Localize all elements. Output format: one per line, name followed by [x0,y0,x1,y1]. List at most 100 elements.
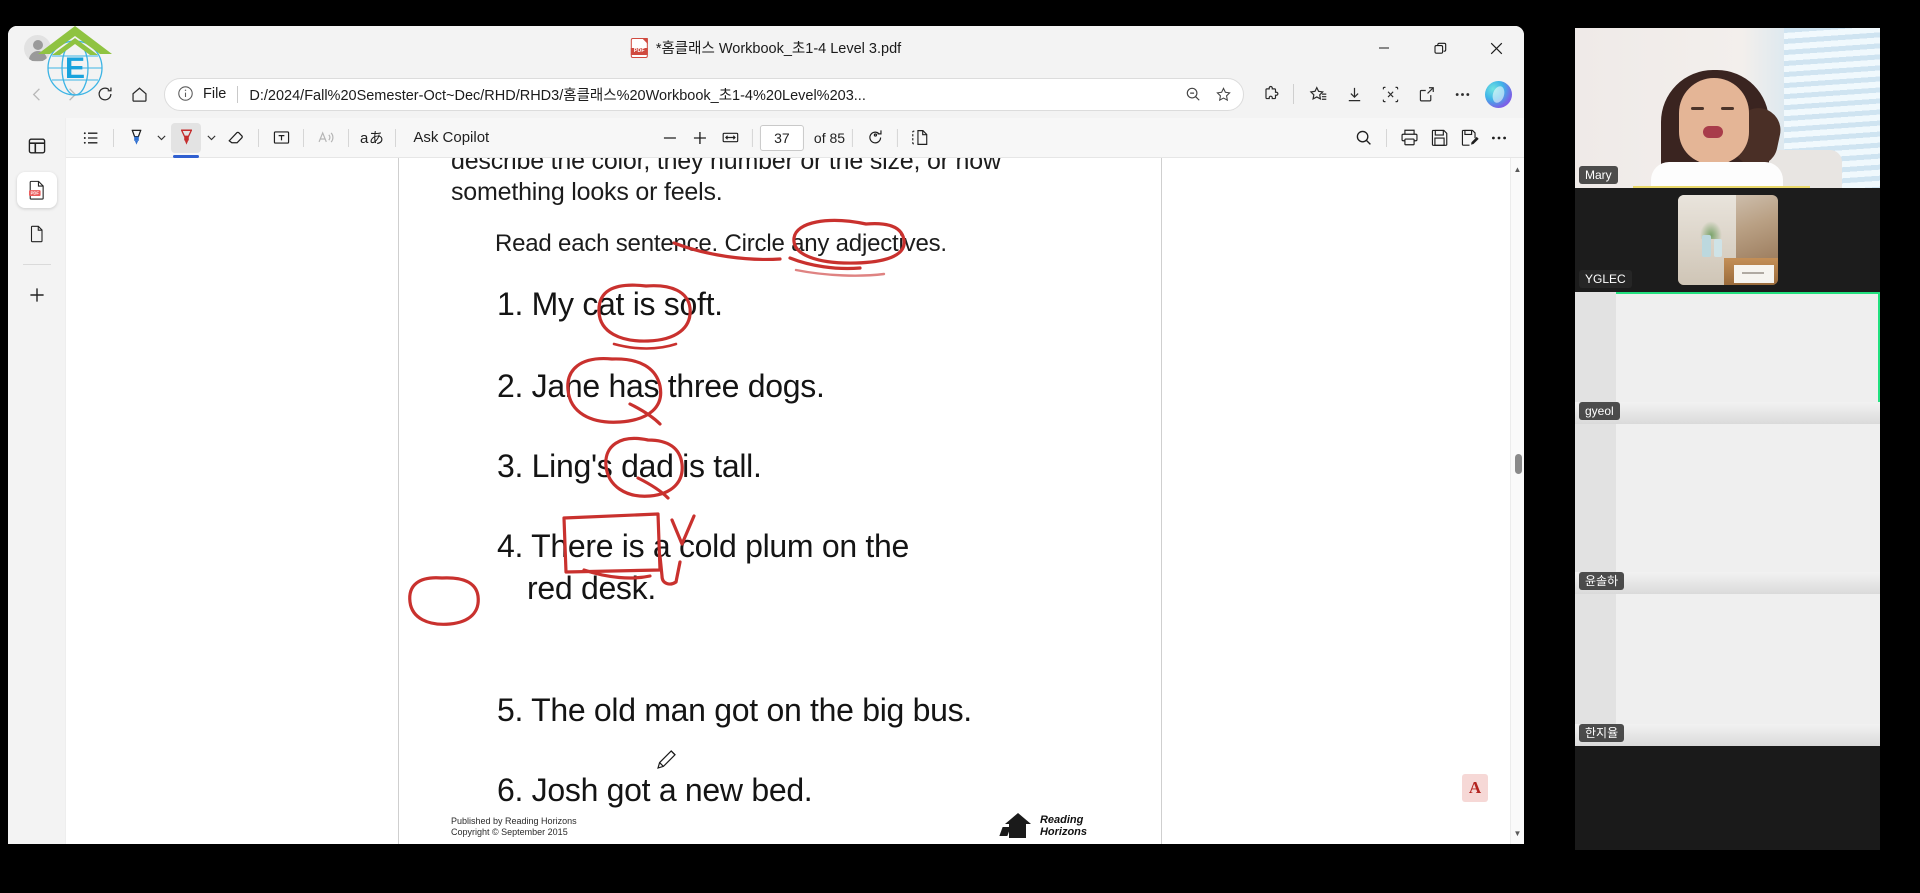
reading-horizons-logo: Reading Horizons [999,812,1087,838]
share-icon[interactable] [1409,77,1443,111]
scroll-up-icon[interactable]: ▲ [1511,162,1524,176]
logo-line-1: Reading [1039,814,1084,826]
split-screen-icon[interactable] [17,128,57,164]
question-3: 3. Ling's dad is tall. [497,448,762,484]
pdf-toolbar-right-group [1349,123,1514,153]
toolbar-divider [751,128,753,147]
favorite-star-icon[interactable] [1209,80,1237,108]
question-4: 4. There is a cold plum on the [497,528,909,564]
toolbar-divider [303,128,304,147]
screen: PDF *홈클래스 Workbook_초1-4 Level 3.pdf File… [0,0,1920,893]
home-icon[interactable] [122,77,156,111]
eraser-icon[interactable] [221,123,251,153]
title-bar: PDF *홈클래스 Workbook_초1-4 Level 3.pdf [8,26,1524,70]
question-4-line-2: red desk. [527,570,656,606]
lead-line-1: describe the color, they number or the s… [451,158,1001,175]
page-total-label: of 85 [813,129,846,146]
question-2: 2. Jane has three dogs. [497,368,825,404]
downloads-icon[interactable] [1337,77,1371,111]
toolbar-divider [897,128,899,147]
pdf-viewer: PDF aあ Ask Copilot 37 of 85 describe the… [8,118,1524,844]
rotate-icon[interactable] [860,123,890,153]
address-bar-row: File D:/2024/Fall%20Semester-Oct~Dec/RHD… [8,70,1524,118]
video-tile-gyeol[interactable]: gyeol [1575,292,1880,424]
save-icon[interactable] [1424,123,1454,153]
pdf-page: describe the color, they number or the s… [398,158,1162,844]
toolbar-divider [395,128,397,147]
print-icon[interactable] [1394,123,1424,153]
blank-page-tab-icon[interactable] [17,216,57,252]
translate-icon[interactable]: aあ [356,123,388,153]
highlighter-icon[interactable] [121,123,151,153]
ask-copilot-button[interactable]: Ask Copilot [403,123,499,153]
toolbar-divider [1293,84,1294,104]
adobe-acrobat-badge-icon[interactable]: A [1462,774,1488,802]
save-as-icon[interactable] [1454,123,1484,153]
url-text: D:/2024/Fall%20Semester-Oct~Dec/RHD/RHD3… [249,87,866,104]
video-tile-yglec[interactable]: YGLEC [1575,188,1880,292]
more-options-icon[interactable] [1445,77,1479,111]
draw-chevron-down-icon[interactable] [201,123,221,153]
close-icon[interactable] [1468,26,1524,70]
document-canvas[interactable]: describe the color, they number or the s… [66,158,1524,844]
video-tile-solha[interactable]: 윤솔하 [1575,424,1880,594]
zoom-out-icon[interactable] [655,123,685,153]
file-scheme-label: File [203,86,227,102]
zoom-out-icon[interactable] [1179,80,1207,108]
page-view-icon[interactable] [905,123,935,153]
question-1: 1. My cat is soft. [497,286,723,322]
video-conference-panel: Mary YGLEC gyeol 윤솔하 한지율 [1575,28,1880,850]
footer-publisher-line: Published by Reading Horizons [451,816,577,826]
video-tile-jiyul[interactable]: 한지율 [1575,594,1880,746]
window-controls [1356,26,1524,70]
footer-copyright-line: Copyright © September 2015 [451,827,568,837]
browser-tab[interactable]: PDF *홈클래스 Workbook_초1-4 Level 3.pdf [630,37,901,58]
participant-name: 한지율 [1579,724,1625,742]
toolbar-divider [258,128,259,147]
document-scrollbar[interactable]: ▲ ▼ [1510,158,1524,844]
page-footer-publisher: Published by Reading Horizons Copyright … [451,816,577,838]
draw-pen-icon[interactable] [171,122,201,158]
instruction-text: Read each sentence. Circle any adjective… [495,230,947,257]
tabstrip-divider [22,264,51,265]
table-of-contents-icon[interactable] [76,123,106,153]
restore-icon[interactable] [1412,26,1468,70]
toolbar-divider [852,128,854,147]
house-logo-icon [999,812,1036,838]
collections-icon[interactable] [1301,77,1335,111]
svg-text:E: E [65,52,85,85]
participant-name: Mary [1579,166,1618,184]
svg-text:PDF: PDF [30,191,39,196]
text-box-icon[interactable] [266,123,296,153]
lead-line-2: something looks or feels. [451,178,723,206]
page-gutter [66,158,398,844]
question-5: 5. The old man got on the big bus. [497,692,972,728]
page-number-input[interactable]: 37 [759,124,804,151]
pen-cursor-icon [657,750,676,769]
minimize-icon[interactable] [1356,26,1412,70]
info-icon [177,85,195,103]
add-tab-icon[interactable] [17,277,57,313]
video-tile-mary[interactable]: Mary [1575,28,1880,188]
sidebar-item-pdf-tab[interactable]: PDF [16,172,57,208]
scroll-down-icon[interactable]: ▼ [1511,826,1524,840]
participant-name: 윤솔하 [1579,572,1625,590]
participant-name: gyeol [1579,402,1620,420]
extensions-icon[interactable] [1254,77,1288,111]
vertical-tab-strip: PDF [8,118,66,844]
shared-screen-thumbnail [1677,195,1778,285]
toolbar-divider [1386,128,1387,147]
question-6: 6. Josh got a new bed. [497,772,813,808]
toolbar-divider [113,128,114,147]
zoom-in-icon[interactable] [685,123,715,153]
copilot-icon[interactable] [1485,80,1512,108]
participant-name: YGLEC [1579,270,1632,288]
pdf-more-options-icon[interactable] [1484,123,1514,153]
search-icon[interactable] [1349,123,1379,153]
highlighter-chevron-down-icon[interactable] [151,123,171,153]
scrollbar-thumb[interactable] [1515,454,1522,474]
screenshot-icon[interactable] [1373,77,1407,111]
fit-to-page-icon[interactable] [715,123,745,153]
address-bar[interactable]: File D:/2024/Fall%20Semester-Oct~Dec/RHD… [164,77,1244,111]
read-aloud-icon[interactable] [311,123,341,153]
